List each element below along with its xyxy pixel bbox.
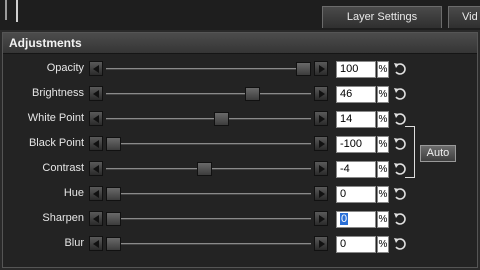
value-text: 46 bbox=[340, 88, 353, 100]
adjustment-row-sharpen: Sharpen 0 % bbox=[3, 209, 479, 231]
triangle-right-icon bbox=[319, 115, 325, 123]
adjustment-row-hue: Hue 0 % bbox=[3, 184, 479, 206]
slider-thumb[interactable] bbox=[245, 87, 260, 101]
value-input[interactable]: 0 bbox=[336, 186, 376, 203]
decrease-button[interactable] bbox=[89, 61, 103, 76]
slider-track[interactable] bbox=[106, 143, 311, 145]
triangle-right-icon bbox=[319, 140, 325, 148]
slider-track[interactable] bbox=[106, 243, 311, 245]
unit-label: % bbox=[377, 86, 389, 103]
value-text: 100 bbox=[340, 63, 359, 75]
slider-thumb[interactable] bbox=[296, 62, 311, 76]
triangle-right-icon bbox=[319, 65, 325, 73]
unit-label: % bbox=[377, 111, 389, 128]
slider-track[interactable] bbox=[106, 218, 311, 220]
reset-icon[interactable] bbox=[392, 236, 408, 252]
tab-layer-settings[interactable]: Layer Settings bbox=[322, 6, 442, 28]
value-text: -4 bbox=[340, 163, 350, 175]
reset-icon[interactable] bbox=[392, 61, 408, 77]
value-input[interactable]: 100 bbox=[336, 61, 376, 78]
increase-button[interactable] bbox=[314, 186, 328, 201]
value-text: -100 bbox=[340, 138, 363, 150]
adjustment-label: Black Point bbox=[28, 137, 84, 149]
reset-icon[interactable] bbox=[392, 86, 408, 102]
slider-track[interactable] bbox=[106, 118, 311, 120]
auto-group-bracket bbox=[405, 126, 415, 178]
triangle-left-icon bbox=[93, 140, 99, 148]
value-input[interactable]: -100 bbox=[336, 136, 376, 153]
increase-button[interactable] bbox=[314, 161, 328, 176]
decrease-button[interactable] bbox=[89, 236, 103, 251]
adjustment-row-blur: Blur 0 % bbox=[3, 234, 479, 256]
triangle-left-icon bbox=[93, 115, 99, 123]
adjustment-label: Contrast bbox=[42, 162, 84, 174]
value-text: 0 bbox=[340, 213, 349, 225]
adjustment-label: Sharpen bbox=[42, 212, 84, 224]
triangle-left-icon bbox=[93, 215, 99, 223]
reset-icon[interactable] bbox=[392, 211, 408, 227]
reset-icon[interactable] bbox=[392, 186, 408, 202]
top-bar: Layer Settings Vid bbox=[0, 0, 480, 30]
triangle-right-icon bbox=[319, 190, 325, 198]
triangle-right-icon bbox=[319, 215, 325, 223]
triangle-left-icon bbox=[93, 190, 99, 198]
triangle-left-icon bbox=[93, 65, 99, 73]
increase-button[interactable] bbox=[314, 86, 328, 101]
decrease-button[interactable] bbox=[89, 136, 103, 151]
increase-button[interactable] bbox=[314, 111, 328, 126]
slider-thumb[interactable] bbox=[106, 237, 121, 251]
value-input[interactable]: 0 bbox=[336, 211, 376, 228]
adjustment-label: Brightness bbox=[32, 87, 84, 99]
value-input[interactable]: 0 bbox=[336, 236, 376, 253]
decrease-button[interactable] bbox=[89, 186, 103, 201]
triangle-left-icon bbox=[93, 165, 99, 173]
unit-label: % bbox=[377, 236, 389, 253]
increase-button[interactable] bbox=[314, 61, 328, 76]
adjustment-label: Opacity bbox=[46, 62, 84, 74]
slider-track[interactable] bbox=[106, 68, 311, 70]
unit-label: % bbox=[377, 161, 389, 178]
adjustment-label: White Point bbox=[27, 112, 84, 124]
slider-track[interactable] bbox=[106, 193, 311, 195]
triangle-right-icon bbox=[319, 165, 325, 173]
window-edge bbox=[0, 0, 18, 22]
decrease-button[interactable] bbox=[89, 86, 103, 101]
value-input[interactable]: 46 bbox=[336, 86, 376, 103]
triangle-left-icon bbox=[93, 90, 99, 98]
triangle-right-icon bbox=[319, 240, 325, 248]
unit-label: % bbox=[377, 136, 389, 153]
triangle-left-icon bbox=[93, 240, 99, 248]
decrease-button[interactable] bbox=[89, 111, 103, 126]
slider-thumb[interactable] bbox=[106, 212, 121, 226]
adjustment-row-brightness: Brightness 46 % bbox=[3, 84, 479, 106]
adjustment-label: Hue bbox=[63, 187, 84, 199]
unit-label: % bbox=[377, 211, 389, 228]
unit-label: % bbox=[377, 186, 389, 203]
adjustments-panel: Adjustments Opacity 100 % Brightness 46 … bbox=[2, 32, 478, 268]
slider-track[interactable] bbox=[106, 93, 311, 95]
value-text: 0 bbox=[340, 188, 347, 200]
increase-button[interactable] bbox=[314, 211, 328, 226]
slider-thumb[interactable] bbox=[106, 137, 121, 151]
increase-button[interactable] bbox=[314, 236, 328, 251]
value-text: 14 bbox=[340, 113, 353, 125]
slider-thumb[interactable] bbox=[197, 162, 212, 176]
reset-icon[interactable] bbox=[392, 111, 408, 127]
slider-thumb[interactable] bbox=[214, 112, 229, 126]
adjustment-label: Blur bbox=[64, 237, 84, 249]
auto-button[interactable]: Auto bbox=[420, 145, 456, 162]
triangle-right-icon bbox=[319, 90, 325, 98]
value-text: 0 bbox=[340, 238, 347, 250]
value-input[interactable]: 14 bbox=[336, 111, 376, 128]
panel-title: Adjustments bbox=[3, 33, 477, 54]
unit-label: % bbox=[377, 61, 389, 78]
increase-button[interactable] bbox=[314, 136, 328, 151]
tab-video[interactable]: Vid bbox=[448, 6, 480, 28]
slider-thumb[interactable] bbox=[106, 187, 121, 201]
decrease-button[interactable] bbox=[89, 161, 103, 176]
decrease-button[interactable] bbox=[89, 211, 103, 226]
value-input[interactable]: -4 bbox=[336, 161, 376, 178]
adjustment-row-opacity: Opacity 100 % bbox=[3, 59, 479, 81]
